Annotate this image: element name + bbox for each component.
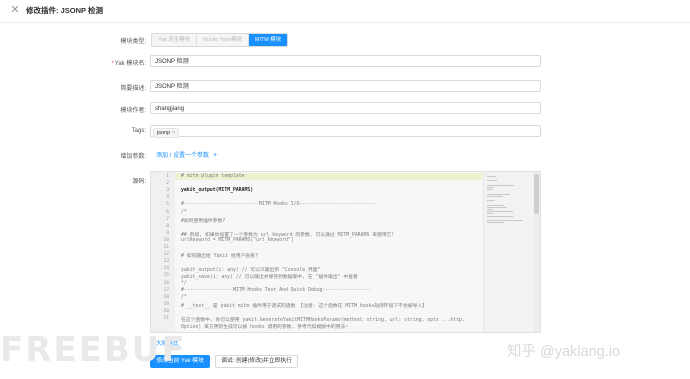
code-line[interactable]: # 如何输出给 Yakit 给用户查看? [181,252,258,259]
params-label: 增加参数: [120,154,146,160]
minimap-line [487,206,507,208]
code-line[interactable]: ## 例如, 如果你设置了一个参数为 url_keyword 的参数, 可以通过… [181,231,394,238]
line-number: 16 [163,280,169,286]
watermark-left: FREEBUF [0,330,187,370]
line-number: 1 [166,174,169,179]
add-param-link[interactable]: 添加 / 设置一个参数 + [156,150,217,159]
line-number: 7 [166,216,169,222]
line-number: 20 [163,308,169,314]
modal-header: ✕ 修改插件: JSONP 检测 [0,0,690,23]
close-icon[interactable]: ✕ [10,5,20,16]
scrollbar-thumb[interactable] [534,174,539,214]
code-minimap[interactable] [483,172,532,332]
minimap-line [487,176,496,177]
module-type-option-nuclei[interactable]: Nuclei Yaml模块 [196,34,249,46]
code-line[interactable]: yakit_output(MITM_PARAMS) [181,188,253,193]
line-number: 2 [166,181,169,187]
description-label: 简要描述: [120,86,146,92]
line-number: 14 [163,266,169,272]
minimap-line [487,222,504,224]
tag-text: jsonp [157,130,171,136]
code-line[interactable]: Option) 来方便的生成可以被 hooks 调用的参数, 参考代码模版中的用… [181,323,348,330]
plus-icon[interactable]: + [213,152,217,159]
line-number: 5 [166,202,169,208]
tag-remove-icon[interactable]: × [172,130,175,136]
line-number: 19 [163,301,169,307]
minimap-line [487,204,505,206]
code-line[interactable]: #-----------------MITM Hooks Test And Qu… [181,288,372,293]
line-number: 15 [163,273,169,279]
module-name-input[interactable]: JSONP 检测 [150,55,541,67]
line-number: 18 [163,294,169,300]
minimap-line [487,211,514,213]
required-mark: * [111,61,114,67]
line-number: 13 [163,259,169,265]
code-line[interactable]: */ [181,281,187,286]
code-line[interactable]: /* [181,295,187,300]
module-type-selector[interactable]: Yak 原生模块 Nuclei Yaml模块 MITM 模块 [151,33,289,47]
code-line[interactable]: /* [181,210,187,215]
line-number-gutter: 1 2 3 4 5 6 7 8 9 10 11 12 13 14 15 16 17 18 19 20 21 [151,172,175,332]
module-type-option-yak[interactable]: Yak 原生模块 [152,34,197,46]
line-number: 17 [163,287,169,293]
line-number: 6 [166,209,169,215]
minimap-line [487,189,493,191]
editor-scrollbar[interactable] [533,172,540,332]
minimap-line [487,195,503,197]
line-number: 4 [166,195,169,201]
debug-run-button[interactable]: 调试: 创建(修改)并立即执行 [215,355,298,368]
author-input[interactable]: shangjiang [150,102,541,114]
minimap-line [487,215,514,217]
minimap-line [487,184,515,186]
code-area[interactable]: # mitm plugin template yakit_output(MITM_… [175,172,482,332]
module-name-label: *Yak 模块名: [111,58,146,67]
minimap-line [487,180,497,182]
code-editor[interactable]: 1 2 3 4 5 6 7 8 9 10 11 12 13 14 15 16 17 18 19 20 21 # mitm… [150,171,541,333]
line-number: 10 [163,237,169,243]
minimap-line [487,187,493,188]
minimap-line [487,213,493,215]
code-line[interactable]: urlKeyword = MITM_PARAMS["url_keyword"] [181,238,294,243]
line-number: 3 [166,188,169,194]
module-type-option-mitm[interactable]: MITM 模块 [249,34,288,46]
minimap-line [487,200,495,202]
module-type-label: 模块类型: [120,39,146,45]
code-line[interactable]: yakit_output(i: any) // 可以只输出到 "Console … [181,266,320,273]
author-label: 模块作者: [120,108,146,114]
tag-item: jsonp × [153,128,180,138]
code-line[interactable]: 在这个函数中, 你可以使用 yakit.GenerateYakitMITMHoo… [181,316,465,323]
minimap-line [487,220,524,221]
watermark-right: 知乎 @yaklang.io [507,344,621,360]
minimap-line [487,209,493,210]
description-input[interactable]: JSONP 检测 [150,80,541,92]
line-number: 11 [163,245,169,250]
source-label: 源码: [132,179,146,185]
tags-label: Tags: [131,128,146,134]
line-number: 8 [166,223,169,229]
line-number: 9 [166,230,169,236]
line-number: 12 [163,252,169,258]
code-line[interactable]: #--------------------------MITM Hooks I/… [181,202,377,207]
code-line[interactable]: #如何使用插件参数? [181,217,225,224]
line-number: 21 [163,316,169,321]
add-param-link-text[interactable]: 添加 / 设置一个参数 [156,153,209,159]
code-line[interactable]: # __test__ 是 yakit mitm 插件用于调试的函数 【注意: 这… [181,302,427,309]
tags-input[interactable] [150,125,541,137]
minimap-line [487,193,511,195]
code-line[interactable]: # mitm plugin template [181,174,245,179]
modal-title: 修改插件: JSONP 检测 [26,6,103,15]
module-name-label-text: Yak 模块名: [114,61,146,67]
code-line[interactable]: yakit_save(i: any) // 可以输出并保存到数据库中, 在 "插… [181,273,358,280]
